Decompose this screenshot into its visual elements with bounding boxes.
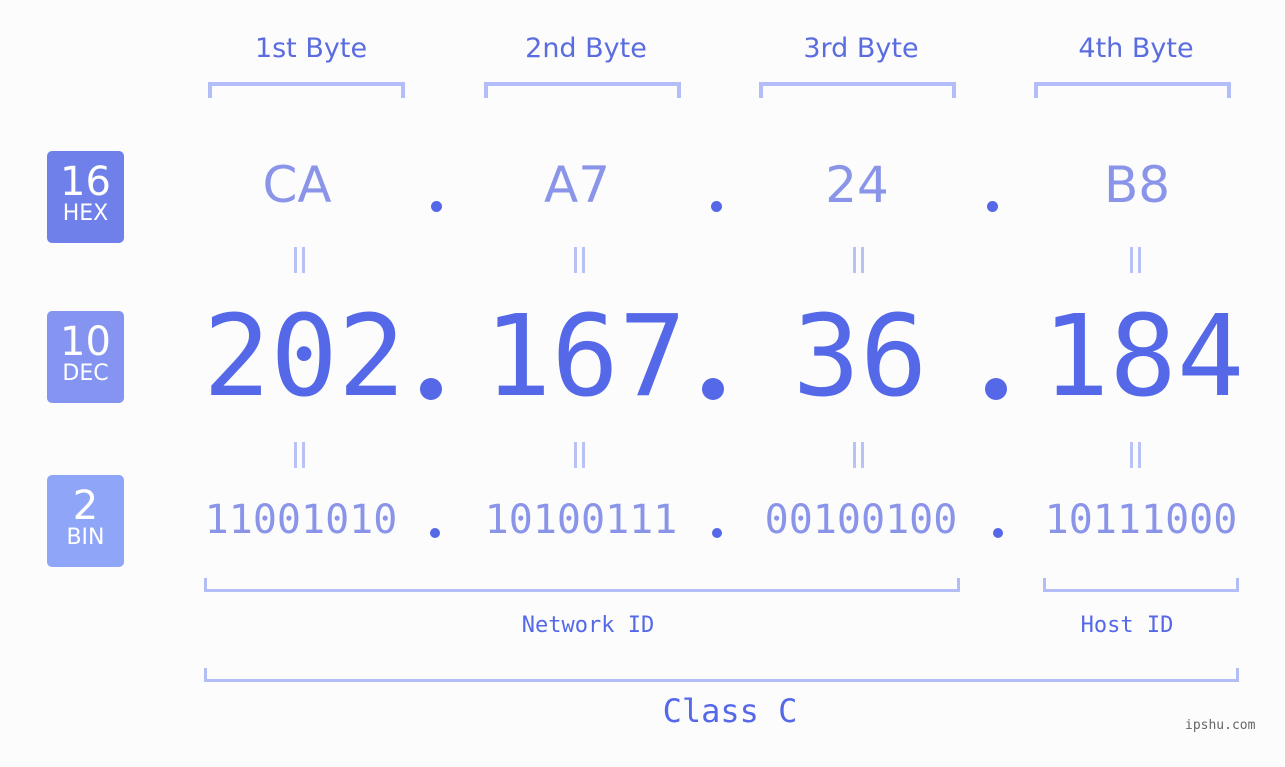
dec-badge: 10 DEC bbox=[47, 311, 124, 403]
byte-label-4: 4th Byte bbox=[1078, 33, 1194, 64]
hex-value-2: A7 bbox=[543, 156, 610, 214]
hex-value-3: 24 bbox=[825, 156, 889, 214]
dec-value-4: 184 bbox=[1042, 292, 1245, 422]
equals-icon bbox=[853, 247, 864, 273]
byte-label-1: 1st Byte bbox=[254, 33, 368, 64]
bin-value-3: 00100100 bbox=[764, 497, 958, 543]
bin-dot-2 bbox=[712, 528, 722, 538]
hex-dot-3 bbox=[987, 201, 998, 212]
bin-value-4: 10111000 bbox=[1044, 497, 1238, 543]
dec-value-3: 36 bbox=[792, 292, 928, 422]
byte-label-2: 2nd Byte bbox=[525, 33, 647, 64]
bin-badge-base: 2 bbox=[72, 483, 99, 529]
dec-dot-1 bbox=[420, 378, 442, 400]
dec-dot-3 bbox=[985, 378, 1007, 400]
bin-value-1: 11001010 bbox=[204, 497, 398, 543]
bin-dot-3 bbox=[993, 528, 1003, 538]
hex-dot-2 bbox=[711, 201, 722, 212]
bin-value-2: 10100111 bbox=[484, 497, 678, 543]
bin-badge: 2 BIN bbox=[47, 475, 124, 567]
equals-icon bbox=[574, 442, 585, 468]
equals-icon bbox=[294, 247, 305, 273]
byte-bracket-2 bbox=[484, 82, 681, 98]
equals-icon bbox=[294, 442, 305, 468]
equals-icon bbox=[1130, 247, 1141, 273]
class-label: Class C bbox=[662, 692, 798, 730]
dec-badge-base: 10 bbox=[60, 319, 111, 365]
hex-badge-label: HEX bbox=[62, 201, 109, 226]
dec-badge-label: DEC bbox=[62, 361, 109, 386]
byte-bracket-3 bbox=[759, 82, 956, 98]
class-bracket bbox=[204, 668, 1239, 682]
dec-value-2: 167 bbox=[484, 292, 687, 422]
equals-icon bbox=[574, 247, 585, 273]
host-id-bracket bbox=[1043, 578, 1239, 592]
dec-value-1: 202 bbox=[203, 292, 406, 422]
equals-icon bbox=[853, 442, 864, 468]
watermark: ipshu.com bbox=[1185, 718, 1256, 733]
hex-value-4: B8 bbox=[1103, 156, 1171, 214]
network-id-label: Network ID bbox=[521, 613, 655, 638]
hex-badge-base: 16 bbox=[60, 159, 111, 205]
bin-dot-1 bbox=[430, 528, 440, 538]
equals-icon bbox=[1130, 442, 1141, 468]
byte-label-3: 3rd Byte bbox=[803, 33, 919, 64]
dec-dot-2 bbox=[702, 378, 724, 400]
hex-dot-1 bbox=[431, 201, 442, 212]
byte-bracket-1 bbox=[208, 82, 405, 98]
byte-bracket-4 bbox=[1034, 82, 1231, 98]
bin-badge-label: BIN bbox=[66, 525, 105, 550]
host-id-label: Host ID bbox=[1080, 613, 1174, 638]
hex-badge: 16 HEX bbox=[47, 151, 124, 243]
hex-value-1: CA bbox=[262, 156, 332, 214]
network-id-bracket bbox=[204, 578, 960, 592]
